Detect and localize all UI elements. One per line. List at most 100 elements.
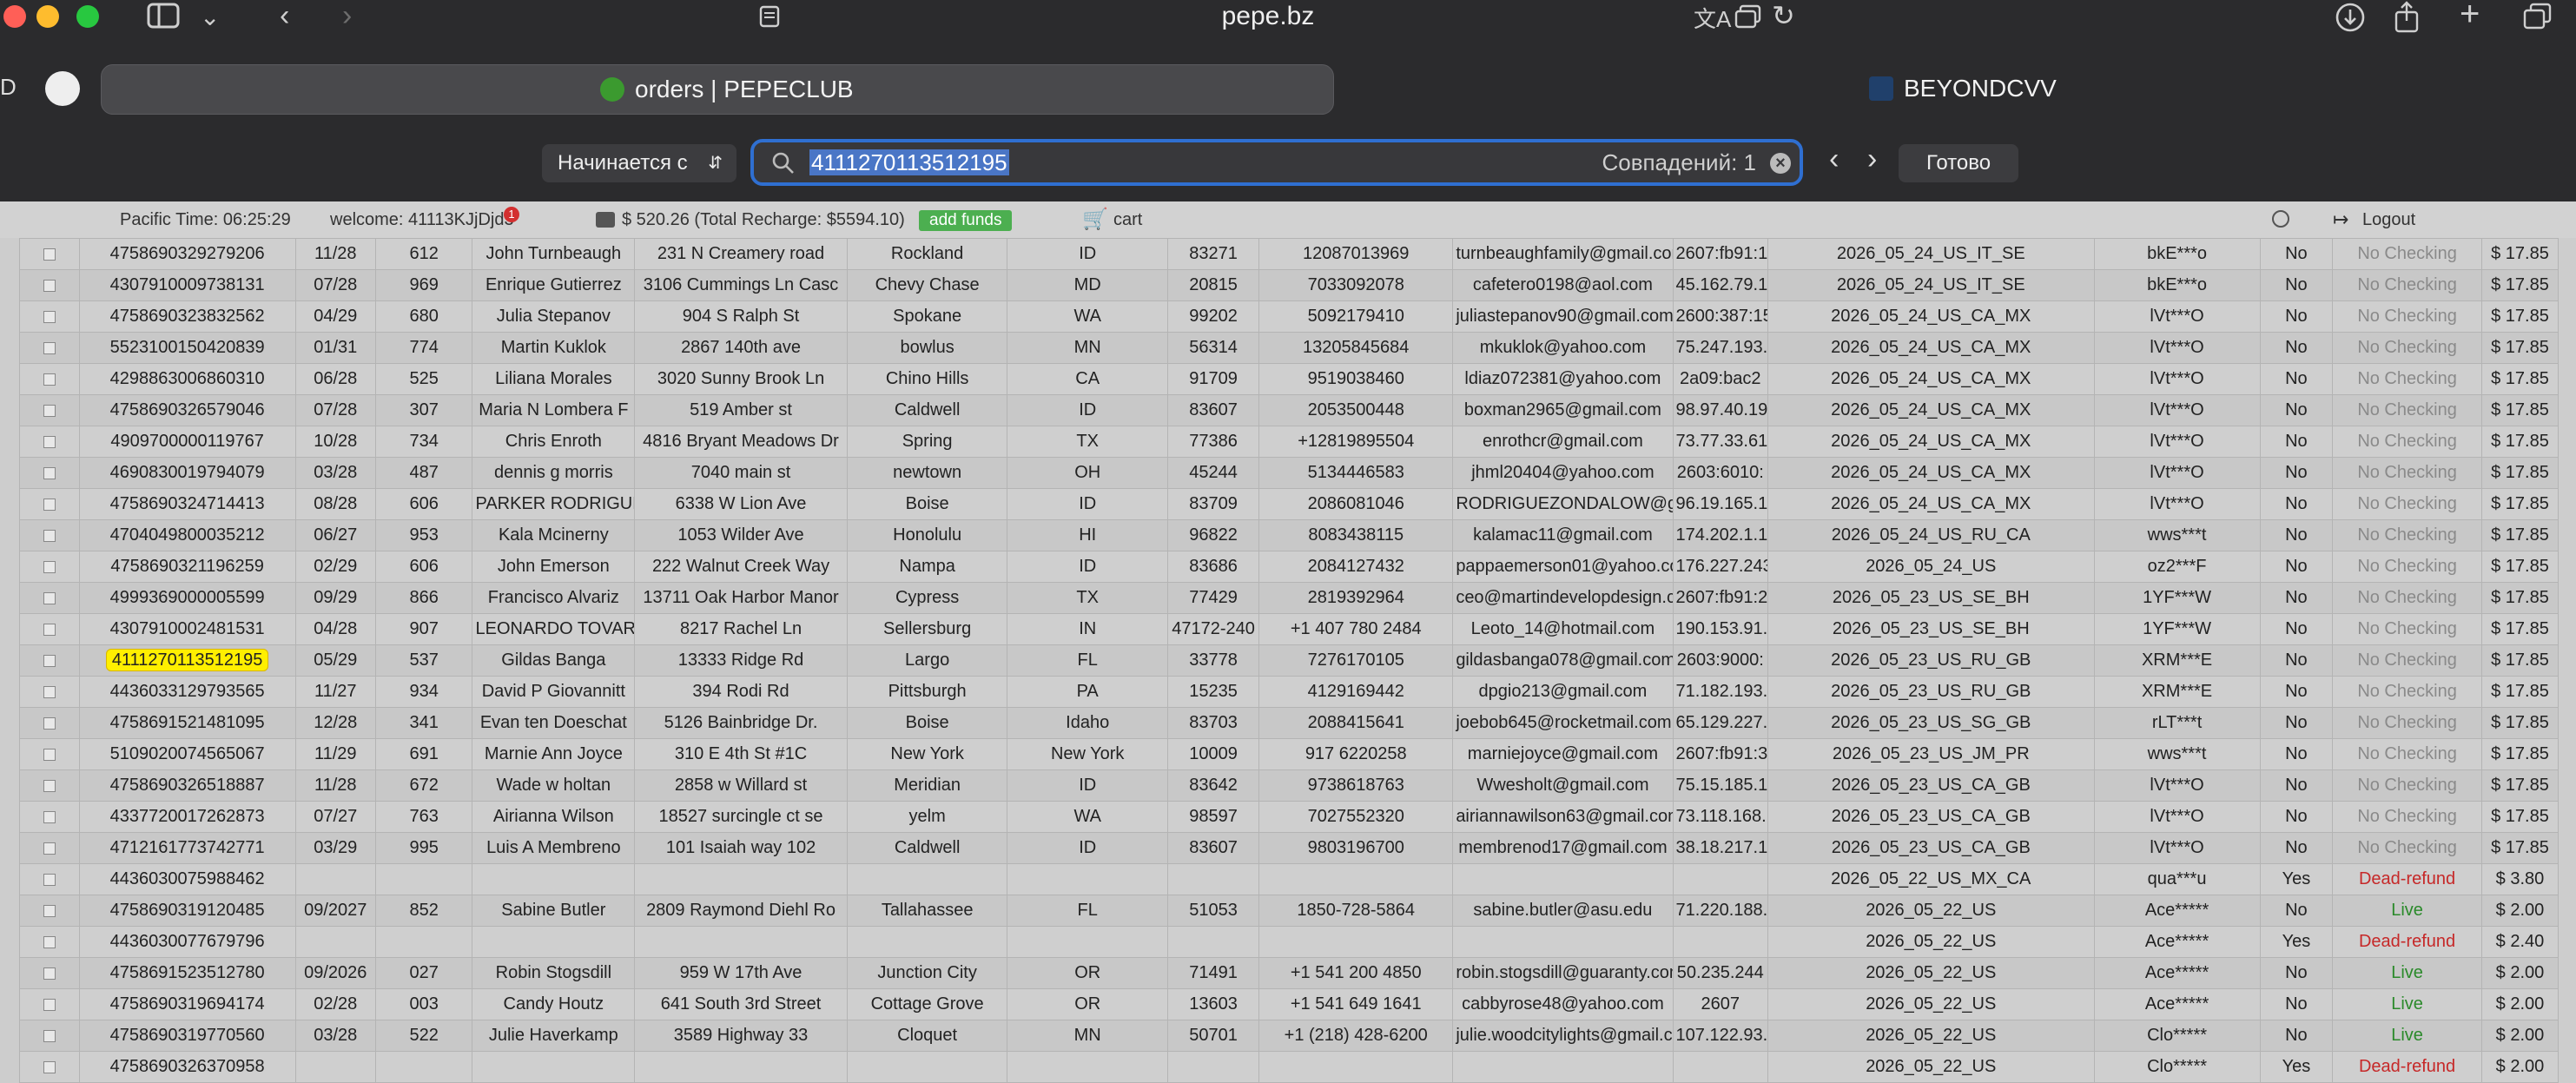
ip-address-cell: 2607 <box>1672 988 1768 1020</box>
done-button[interactable]: Готово <box>1899 144 2018 182</box>
clear-icon[interactable]: × <box>1770 153 1791 174</box>
seller-cell: qua***u <box>2093 863 2261 895</box>
row-checkbox[interactable] <box>43 685 56 698</box>
row-checkbox[interactable] <box>43 373 56 386</box>
cart-icon[interactable]: 🛒 <box>1082 207 1108 233</box>
price-cell: $ 17.85 <box>2480 644 2559 677</box>
row-checkbox[interactable] <box>43 498 56 511</box>
tab-orders-pepeclub[interactable]: orders | PEPECLUB <box>101 64 1334 115</box>
address: 3589 Highway 33 <box>673 1026 809 1045</box>
refunded: No <box>2285 744 2308 763</box>
price: $ 17.85 <box>2491 244 2549 263</box>
row-checkbox[interactable] <box>43 341 56 354</box>
next-match-button[interactable]: › <box>1867 142 1877 176</box>
cvv-cell: 522 <box>374 1020 473 1052</box>
card-number: 4436033129793565 <box>109 682 265 701</box>
row-checkbox[interactable] <box>43 998 56 1011</box>
seller: Ace***** <box>2144 901 2209 920</box>
row-checkbox[interactable] <box>43 529 56 542</box>
seller: lVt***O <box>2150 776 2204 795</box>
minimize-window-button[interactable] <box>36 5 59 28</box>
globe-icon[interactable] <box>2272 210 2289 228</box>
address-cell: 2867 140th ave <box>634 332 848 364</box>
refunded: No <box>2285 963 2308 982</box>
price: $ 2.00 <box>2495 963 2545 982</box>
zip-cell <box>1166 926 1260 958</box>
row-checkbox[interactable] <box>43 935 56 948</box>
share-icon[interactable] <box>2394 0 2420 37</box>
zip-cell <box>1166 863 1260 895</box>
row-checkbox[interactable] <box>43 967 56 980</box>
base-name-cell: 2026_05_22_US <box>1767 926 2095 958</box>
close-window-button[interactable] <box>3 5 26 28</box>
tab-beyondcvv[interactable]: BEYONDCVV <box>1859 64 2084 113</box>
tab-overview-icon[interactable] <box>1734 3 1763 34</box>
reload-icon[interactable]: ↻ <box>1772 0 1795 33</box>
add-funds-button[interactable]: add funds <box>919 210 1013 231</box>
previous-match-button[interactable]: ‹ <box>1829 142 1839 176</box>
row-checkbox[interactable] <box>43 842 56 855</box>
zip-cell: 83607 <box>1166 394 1260 426</box>
row-checkbox[interactable] <box>43 1029 56 1042</box>
row-select-cell <box>19 457 80 489</box>
row-checkbox[interactable] <box>43 310 56 323</box>
refunded-cell: No <box>2259 426 2334 458</box>
expiry-cell: 11/27 <box>294 676 376 708</box>
profile-avatar[interactable] <box>45 71 80 106</box>
cvv-cell <box>374 926 473 958</box>
state-cell: FL <box>1007 644 1168 677</box>
refunded-cell: No <box>2259 519 2334 551</box>
chevron-down-icon[interactable]: ⌄ <box>200 0 220 35</box>
row-checkbox[interactable] <box>43 779 56 792</box>
address-cell: 222 Walnut Creek Way <box>634 551 848 583</box>
price: $ 2.40 <box>2495 932 2545 951</box>
row-checkbox[interactable] <box>43 904 56 917</box>
row-checkbox[interactable] <box>43 748 56 761</box>
row-checkbox[interactable] <box>43 716 56 730</box>
notification-badge[interactable]: 1 <box>504 207 519 222</box>
find-mode-select[interactable]: Начинается с ⇵ <box>542 144 736 182</box>
state-cell: ID <box>1007 832 1168 864</box>
check-status: No Checking <box>2357 494 2457 513</box>
show-tabs-icon[interactable] <box>2522 2 2553 36</box>
back-button[interactable]: ‹ <box>280 0 289 33</box>
download-icon[interactable] <box>2335 2 2366 37</box>
logout-icon[interactable]: ↦ <box>2333 208 2348 231</box>
expiry: 09/29 <box>314 588 358 607</box>
row-checkbox[interactable] <box>43 466 56 479</box>
find-input-box[interactable]: 4111270113512195 Совпадений: 1 × <box>750 139 1803 186</box>
find-query[interactable]: 4111270113512195 <box>809 148 1009 177</box>
city-cell: Cottage Grove <box>846 988 1008 1020</box>
translate-icon[interactable]: 文A <box>1694 2 1731 34</box>
logout-link[interactable]: Logout <box>2362 201 2415 238</box>
refunded: No <box>2285 619 2308 638</box>
price: $ 2.00 <box>2495 1026 2545 1045</box>
zoom-window-button[interactable] <box>76 5 99 28</box>
forward-button[interactable]: › <box>342 0 352 33</box>
ip-address: 2607 <box>1701 994 1740 1014</box>
address: 13711 Oak Harbor Manor <box>643 588 839 607</box>
expiry-cell: 07/27 <box>294 801 376 833</box>
row-checkbox[interactable] <box>43 404 56 417</box>
row-checkbox[interactable] <box>43 623 56 636</box>
cart-link[interactable]: cart <box>1113 201 1142 238</box>
row-checkbox[interactable] <box>43 435 56 448</box>
row-checkbox[interactable] <box>43 248 56 261</box>
city: Cloquet <box>897 1026 958 1045</box>
sidebar-toggle-icon[interactable] <box>146 0 181 39</box>
row-checkbox[interactable] <box>43 560 56 573</box>
address-bar[interactable]: pepe.bz <box>747 0 1789 35</box>
seller-cell: Ace***** <box>2093 926 2261 958</box>
refunded: No <box>2285 494 2308 513</box>
city-cell: Boise <box>846 707 1008 739</box>
row-checkbox[interactable] <box>43 873 56 886</box>
new-tab-icon[interactable]: + <box>2460 0 2480 31</box>
row-checkbox[interactable] <box>43 591 56 604</box>
row-checkbox[interactable] <box>43 654 56 667</box>
row-checkbox[interactable] <box>43 810 56 823</box>
address-cell <box>634 1051 848 1083</box>
row-checkbox[interactable] <box>43 279 56 292</box>
table-row: 4337720017262873 07/27 763 Airianna Wilson 1… <box>19 801 2559 833</box>
expiry: 02/29 <box>314 557 358 576</box>
row-checkbox[interactable] <box>43 1060 56 1073</box>
